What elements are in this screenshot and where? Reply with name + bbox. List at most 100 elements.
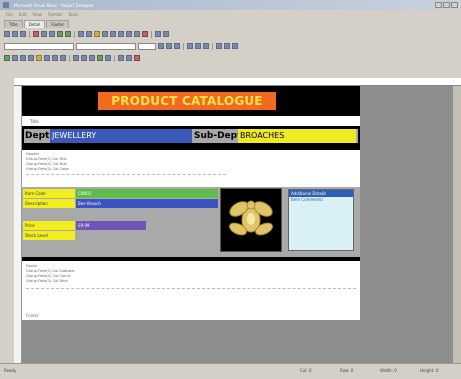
image-icon[interactable] [110,31,116,37]
toolbar-standard [4,29,169,39]
minimize-button[interactable] [435,2,442,8]
group-icon[interactable] [20,55,26,61]
description-label[interactable]: Description [23,199,75,208]
grid-icon[interactable] [134,31,140,37]
dept-field[interactable]: JEWELLERY [50,129,192,143]
spacing-icon[interactable] [73,55,79,61]
font-color-icon[interactable] [224,43,230,49]
title-bar: Microsoft Visual Basic - Report Designer [0,0,461,10]
toolbar-separator [74,30,75,38]
report-page[interactable]: PRODUCT CATALOGUE Title Dept: JEWELLERY … [22,86,360,320]
vertical-ruler[interactable] [14,86,22,363]
copy-icon[interactable] [41,31,47,37]
product-image[interactable] [220,188,282,252]
tab-detail[interactable]: Detail [23,20,46,28]
maximize-button[interactable] [443,2,450,8]
bring-front-icon[interactable] [4,55,10,61]
snap-icon[interactable] [81,55,87,61]
stop-icon[interactable] [134,55,140,61]
style-combo[interactable] [4,42,74,50]
brooch-image-icon [229,200,273,236]
new-icon[interactable] [4,31,10,37]
field-icon[interactable] [94,31,100,37]
underline-icon[interactable] [174,43,180,49]
description-field[interactable]: Bee Brooch [76,199,218,208]
print-icon[interactable] [78,31,84,37]
vertical-scrollbar[interactable] [453,86,461,363]
page-footer-label: Footer [26,313,39,318]
menu-format[interactable]: Format [48,12,62,17]
item-code-label[interactable]: Item Code [23,189,75,198]
additional-details-box[interactable]: Additional Details Item Comments [288,189,354,251]
run-icon[interactable] [97,55,103,61]
status-text: Ready [4,368,17,373]
undo-icon[interactable] [57,31,63,37]
box-icon[interactable] [126,31,132,37]
footer-line: Group.Field(3) Col.Total [26,279,68,283]
section-icon[interactable] [118,55,124,61]
close-button[interactable] [451,2,458,8]
detail-section[interactable]: Item Code CN001 Description Bee Brooch P… [22,187,360,257]
dept-label[interactable]: Dept: [25,129,53,143]
item-code-field[interactable]: CN001 [76,189,218,198]
save-icon[interactable] [20,31,26,37]
section-tabs: Title Detail Footer [0,19,70,28]
help-icon[interactable] [163,31,169,37]
size-combo[interactable] [138,42,156,50]
delete-icon[interactable] [142,31,148,37]
open-icon[interactable] [12,31,18,37]
properties-icon[interactable] [105,55,111,61]
status-width: Width: 0 [380,368,397,373]
italic-icon[interactable] [166,43,172,49]
fill-color-icon[interactable] [216,43,222,49]
group-header-lines: Header Group.Field(1) Col.Text Group.Fie… [26,152,69,172]
dept-band[interactable]: Dept: JEWELLERY Sub-Dept: BROACHES [22,126,360,150]
group-footer-lines: Footer Group.Field(1) Col.Subtotal Group… [26,264,75,284]
same-height-icon[interactable] [60,55,66,61]
stock-level-label[interactable]: Stock Level [23,231,75,240]
align-right-icon[interactable] [203,43,209,49]
ungroup-icon[interactable] [28,55,34,61]
border-icon[interactable] [232,43,238,49]
item-comments-field[interactable]: Item Comments [289,197,353,203]
menu-edit[interactable]: Edit [19,12,27,17]
design-canvas[interactable]: PRODUCT CATALOGUE Title Dept: JEWELLERY … [22,86,461,363]
horizontal-ruler[interactable] [14,78,461,86]
label-icon[interactable] [102,31,108,37]
lock-icon[interactable] [89,55,95,61]
tab-title[interactable]: Title [4,20,23,28]
align-bottom-icon[interactable] [44,55,50,61]
status-bar: Ready Col: 0 Row: 0 Width: 0 Height: 0 [0,363,461,379]
report-title[interactable]: PRODUCT CATALOGUE [98,92,276,110]
status-col: Col: 0 [300,368,312,373]
section-divider [22,257,360,261]
subdept-field[interactable]: BROACHES [238,129,356,143]
redo-icon[interactable] [65,31,71,37]
page-setup-icon[interactable] [126,55,132,61]
align-top-icon[interactable] [36,55,42,61]
send-back-icon[interactable] [12,55,18,61]
price-label[interactable]: Price [23,221,75,230]
align-center-icon[interactable] [195,43,201,49]
menu-view[interactable]: View [32,12,42,17]
menu-tools[interactable]: Tools [68,12,78,17]
same-width-icon[interactable] [52,55,58,61]
window-title: Microsoft Visual Basic - Report Designer [14,2,94,8]
font-combo[interactable] [76,42,136,50]
align-left-icon[interactable] [187,43,193,49]
bold-icon[interactable] [158,43,164,49]
cut-icon[interactable] [33,31,39,37]
price-field[interactable]: £9.99 [76,221,146,230]
guide-line [26,288,356,289]
line-icon[interactable] [118,31,124,37]
status-height: Height: 0 [420,368,439,373]
preview-icon[interactable] [86,31,92,37]
group-line: Group.Field(3) Col.Code [26,167,69,171]
toolbar-separator [151,30,152,38]
menu-file[interactable]: File [6,12,13,17]
tab-footer[interactable]: Footer [46,20,70,28]
dept-row: Dept: JEWELLERY Sub-Dept: BROACHES [24,129,358,143]
zoom-icon[interactable] [155,31,161,37]
menu-bar: File Edit View Format Tools [0,10,461,19]
paste-icon[interactable] [49,31,55,37]
